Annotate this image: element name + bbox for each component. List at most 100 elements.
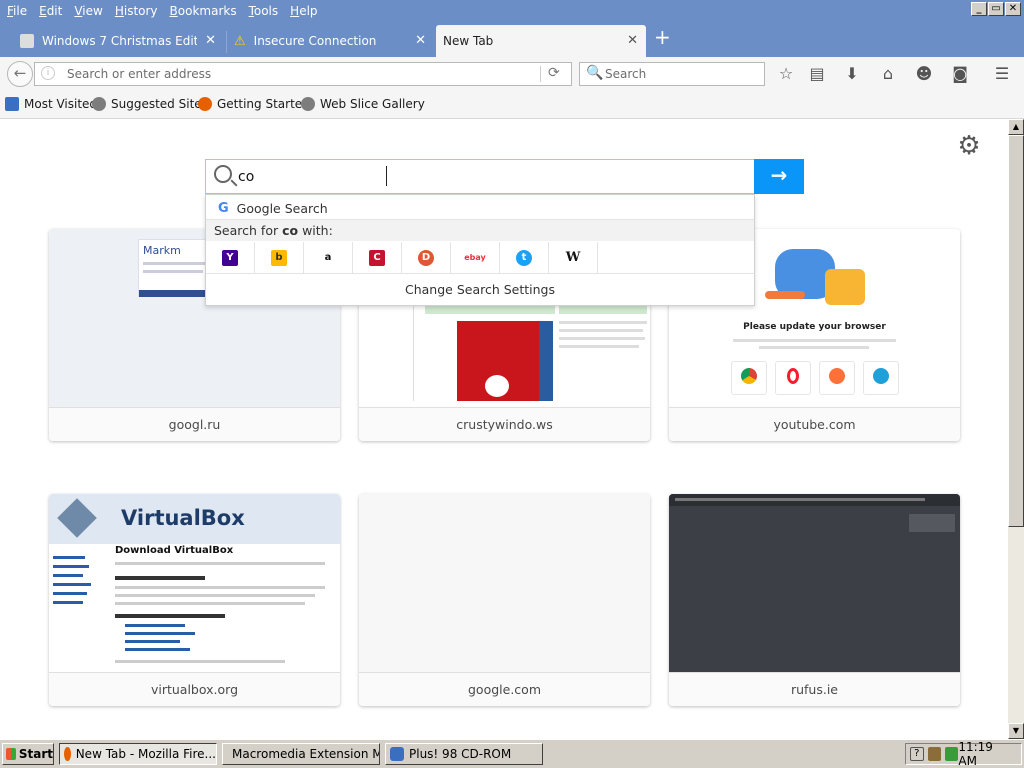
- engine-ebay[interactable]: ebay: [451, 242, 500, 273]
- network-icon[interactable]: [927, 747, 941, 761]
- ask-icon: C: [369, 249, 385, 266]
- search-icon: 🔍: [586, 65, 604, 81]
- task-macromedia[interactable]: Macromedia Extension M...: [222, 743, 380, 765]
- search-go-button[interactable]: →: [754, 159, 804, 194]
- close-window-button[interactable]: ✕: [1005, 2, 1021, 16]
- help-icon[interactable]: ?: [910, 747, 924, 761]
- search-query: co: [238, 169, 255, 185]
- engine-twitter[interactable]: t: [500, 242, 549, 273]
- bookmark-most-visited[interactable]: Most Visited: [5, 97, 97, 111]
- menu-tools[interactable]: Tools: [249, 4, 279, 18]
- downloads-icon[interactable]: ⬇: [841, 63, 863, 85]
- bookmark-suggested-sites[interactable]: Suggested Sites: [92, 97, 208, 111]
- bookmark-label: Getting Started: [217, 97, 310, 111]
- search-for-term: co: [282, 223, 299, 238]
- amazon-icon: a: [320, 249, 336, 266]
- taskbar: Start New Tab - Mozilla Fire... Macromed…: [0, 739, 1024, 768]
- url-bar[interactable]: i Search or enter address ⟳: [34, 62, 572, 86]
- task-plus98[interactable]: Plus! 98 CD-ROM: [385, 743, 543, 765]
- ebay-icon: ebay: [461, 249, 489, 266]
- back-button[interactable]: ←: [7, 61, 33, 87]
- bookmark-getting-started[interactable]: Getting Started: [198, 97, 310, 111]
- search-for-prefix: Search for: [214, 223, 283, 238]
- restore-button[interactable]: ▭: [988, 2, 1004, 16]
- bing-icon: b: [271, 249, 287, 266]
- menu-history[interactable]: History: [115, 4, 158, 18]
- url-placeholder: Search or enter address: [67, 67, 212, 81]
- close-tab-icon[interactable]: ✕: [415, 33, 426, 48]
- cdrom-icon: [390, 747, 404, 761]
- minimize-button[interactable]: _: [971, 2, 987, 16]
- bookmark-star-icon[interactable]: ☆: [775, 63, 797, 85]
- tile-label: google.com: [359, 672, 650, 706]
- search-bar[interactable]: 🔍 Search: [579, 62, 765, 86]
- menu-file[interactable]: File: [7, 4, 27, 18]
- tab-title: New Tab: [443, 34, 494, 48]
- menu-edit[interactable]: Edit: [39, 4, 62, 18]
- tab-new-tab[interactable]: New Tab ✕: [436, 25, 646, 57]
- wikipedia-icon: W: [565, 249, 581, 266]
- engine-yahoo[interactable]: Y: [206, 242, 255, 273]
- tile-rufus-ie[interactable]: rufus.ie: [669, 494, 960, 706]
- scroll-up-arrow-icon[interactable]: ▲: [1008, 119, 1024, 135]
- volume-icon[interactable]: [944, 747, 959, 761]
- yahoo-icon: Y: [222, 249, 238, 266]
- menu-bookmarks[interactable]: Bookmarks: [170, 4, 237, 18]
- hamburger-menu-icon[interactable]: ☰: [991, 63, 1013, 85]
- bookmarks-bar: Most Visited Suggested Sites Getting Sta…: [0, 91, 1024, 119]
- close-tab-icon[interactable]: ✕: [627, 33, 638, 48]
- search-placeholder: Search: [605, 67, 647, 81]
- duckduckgo-icon: D: [418, 249, 434, 266]
- menu-view[interactable]: View: [74, 4, 102, 18]
- scroll-down-arrow-icon[interactable]: ▼: [1008, 723, 1024, 739]
- start-button[interactable]: Start: [2, 743, 54, 765]
- tile-virtualbox-org[interactable]: VirtualBox Download VirtualBox virtualbo: [49, 494, 340, 706]
- engine-duckduckgo[interactable]: D: [402, 242, 451, 273]
- tab-insecure-connection[interactable]: ⚠ Insecure Connection ✕: [234, 25, 434, 57]
- scrollbar-thumb[interactable]: [1008, 135, 1024, 527]
- chat-icon[interactable]: ☻: [913, 63, 935, 85]
- google-search-suggestion[interactable]: G Google Search: [206, 197, 754, 219]
- tile-label: virtualbox.org: [49, 672, 340, 706]
- bookmark-label: Suggested Sites: [111, 97, 208, 111]
- warning-icon: ⚠: [234, 33, 246, 49]
- change-search-settings-button[interactable]: Change Search Settings: [206, 275, 754, 305]
- task-label: Macromedia Extension M...: [232, 747, 380, 761]
- new-tab-button[interactable]: +: [654, 27, 671, 47]
- windows-flag-icon: [6, 748, 16, 760]
- bookmark-label: Web Slice Gallery: [320, 97, 425, 111]
- pocket-icon[interactable]: ◙: [949, 63, 971, 85]
- engine-amazon[interactable]: a: [304, 242, 353, 273]
- tile-google-com[interactable]: google.com: [359, 494, 650, 706]
- close-tab-icon[interactable]: ✕: [205, 33, 216, 48]
- twitter-icon: t: [516, 249, 532, 266]
- vertical-scrollbar[interactable]: ▲ ▼: [1008, 119, 1024, 739]
- menu-help[interactable]: Help: [290, 4, 317, 18]
- tile-label: googl.ru: [49, 407, 340, 441]
- thumb-text: VirtualBox: [121, 506, 245, 530]
- engine-wikipedia[interactable]: W: [549, 242, 598, 273]
- bookmark-label: Most Visited: [24, 97, 98, 111]
- settings-gear-icon[interactable]: ⚙: [956, 133, 982, 159]
- reload-icon[interactable]: ⟳: [548, 65, 560, 81]
- engine-ask[interactable]: C: [353, 242, 402, 273]
- bookmark-web-slice-gallery[interactable]: Web Slice Gallery: [301, 97, 425, 111]
- tab-title: Insecure Connection: [253, 34, 377, 48]
- suggestion-label: Google Search: [236, 200, 328, 216]
- info-icon[interactable]: i: [41, 66, 55, 80]
- content-search-input[interactable]: co: [205, 159, 755, 194]
- search-for-header: Search for co with:: [206, 219, 754, 241]
- home-icon[interactable]: ⌂: [877, 63, 899, 85]
- search-suggestions-panel: G Google Search Search for co with: Y b …: [205, 194, 755, 306]
- tile-thumbnail: [359, 494, 650, 672]
- search-icon: [214, 165, 232, 183]
- tile-label: crustywindo.ws: [359, 407, 650, 441]
- reading-list-icon[interactable]: ▤: [806, 63, 828, 85]
- search-for-suffix: with:: [298, 223, 333, 238]
- google-icon: G: [218, 200, 229, 216]
- firefox-icon: [64, 747, 71, 761]
- tab-separator: [226, 31, 227, 53]
- engine-bing[interactable]: b: [255, 242, 304, 273]
- tab-windows7[interactable]: Windows 7 Christmas Edition ... ✕: [20, 25, 224, 57]
- task-firefox[interactable]: New Tab - Mozilla Fire...: [59, 743, 217, 765]
